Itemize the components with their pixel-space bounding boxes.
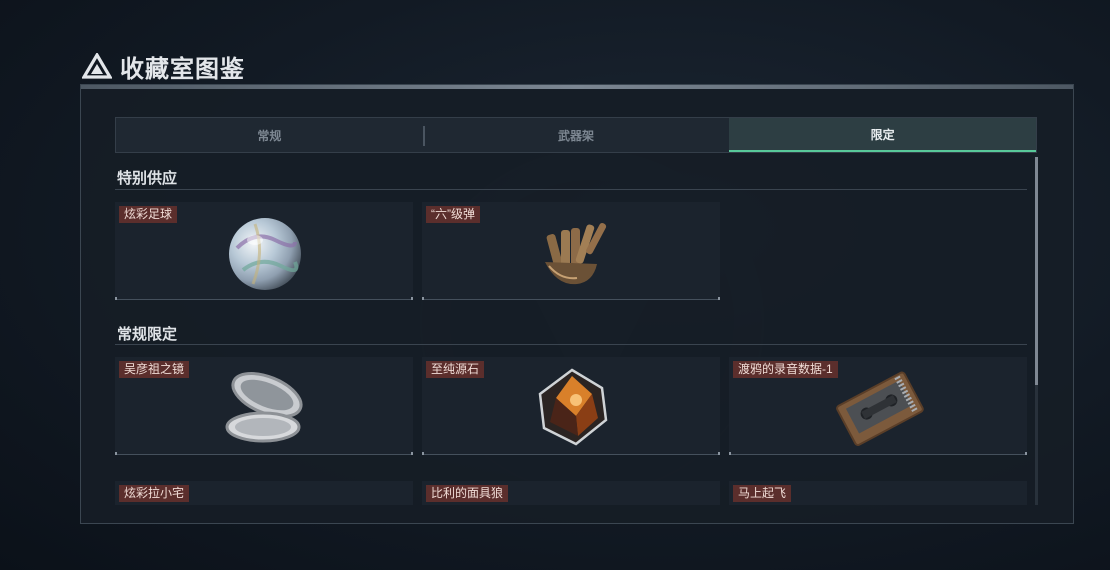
page-header: 收藏室图鉴 — [82, 48, 245, 84]
item-card-partial-3[interactable]: 马上起飞 — [729, 481, 1027, 505]
section-title-special-supply: 特别供应 — [117, 170, 178, 187]
section-title-regular-limited: 常规限定 — [117, 326, 178, 343]
tab-weapon-rack[interactable]: 武器架 — [422, 118, 730, 152]
item-label: 至纯源石 — [426, 361, 485, 378]
item-card-cassette-tape[interactable]: 渡鸦的录音数据-1 — [729, 357, 1027, 455]
item-label: 炫彩拉小宅 — [119, 485, 190, 502]
tab-regular[interactable]: 常规 — [116, 118, 423, 152]
bullet-hand-icon — [545, 223, 607, 285]
iridescent-ball-icon — [229, 218, 301, 290]
panel-top-border — [81, 85, 1073, 89]
crystal-stone-icon — [538, 368, 608, 446]
item-card-compact-mirror[interactable]: 吴彦祖之镜 — [115, 357, 413, 455]
item-label: 渡鸦的录音数据-1 — [733, 361, 838, 378]
section-divider — [115, 344, 1027, 345]
compact-mirror-icon — [225, 372, 303, 443]
item-label: 炫彩足球 — [119, 206, 178, 223]
item-card-partial-2[interactable]: 比利的面具狼 — [422, 481, 720, 505]
item-card-bullet-hand[interactable]: “六”级弹 — [422, 202, 720, 300]
category-tabs: 常规 武器架 限定 — [115, 117, 1037, 153]
scrollbar-thumb[interactable] — [1035, 157, 1038, 385]
scrollbar[interactable] — [1035, 157, 1038, 505]
cassette-tape-icon — [836, 371, 924, 446]
item-label: 马上起飞 — [733, 485, 792, 502]
item-card-crystal-stone[interactable]: 至纯源石 — [422, 357, 720, 455]
item-label: 吴彦祖之镜 — [119, 361, 190, 378]
item-card-partial-1[interactable]: 炫彩拉小宅 — [115, 481, 413, 505]
section-divider — [115, 189, 1027, 190]
item-card-iridescent-ball[interactable]: 炫彩足球 — [115, 202, 413, 300]
triangle-logo-icon — [82, 53, 112, 79]
item-label: 比利的面具狼 — [426, 485, 509, 502]
item-label: “六”级弹 — [426, 206, 480, 223]
collection-panel: 常规 武器架 限定 特别供应 炫彩足球 “六”级弹 常规限定 吴彦祖之镜 至纯源… — [80, 84, 1074, 524]
collection-list[interactable]: 特别供应 炫彩足球 “六”级弹 常规限定 吴彦祖之镜 至纯源石 渡鸦的录音数据-… — [115, 157, 1039, 505]
tab-limited[interactable]: 限定 — [729, 118, 1037, 152]
page-title: 收藏室图鉴 — [120, 55, 245, 83]
